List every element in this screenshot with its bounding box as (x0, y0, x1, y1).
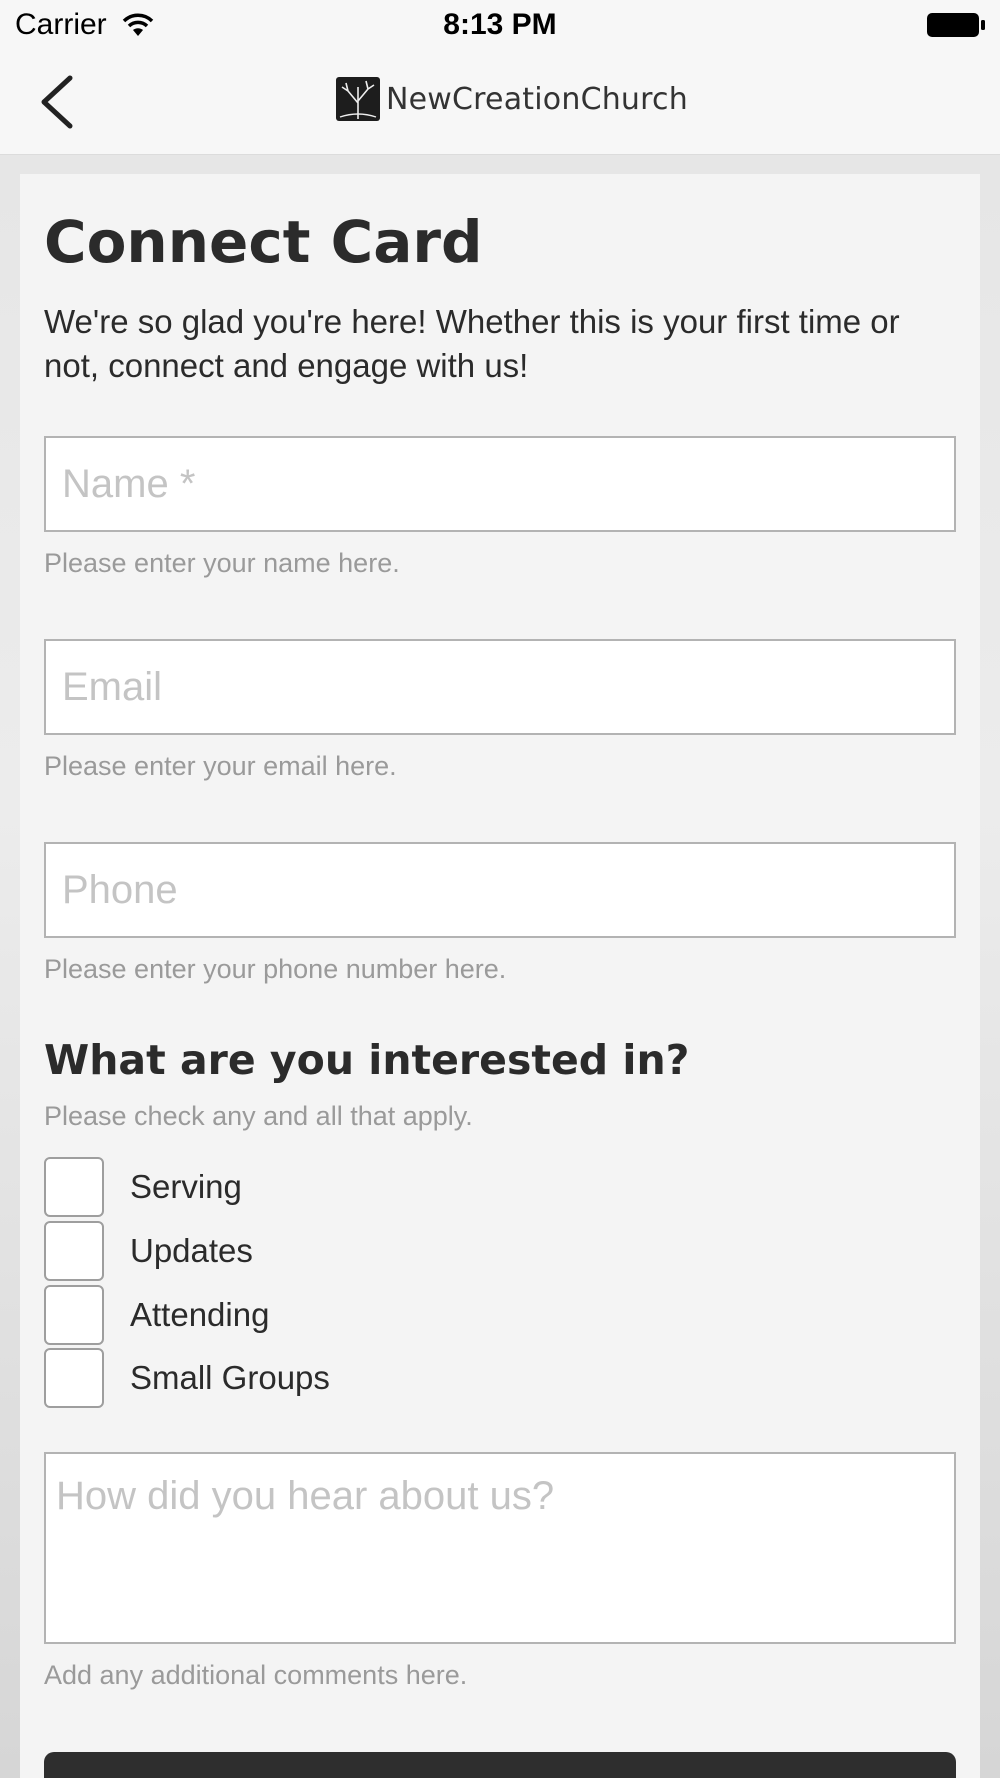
battery-icon (927, 13, 985, 37)
checkbox-label: Serving (130, 1168, 242, 1205)
small-groups-checkbox[interactable] (44, 1348, 104, 1408)
updates-checkbox[interactable] (44, 1221, 104, 1281)
checkbox-label: Updates (130, 1232, 253, 1269)
checkbox-label: Small Groups (130, 1359, 330, 1396)
clock: 8:13 PM (443, 8, 557, 41)
phone-help: Please enter your phone number here. (44, 954, 507, 984)
name-field[interactable] (44, 436, 956, 532)
phone-field[interactable] (44, 842, 956, 938)
intro-text: We're so glad you're here! Whether this … (44, 303, 900, 384)
attending-checkbox[interactable] (44, 1285, 104, 1345)
interest-option-small-groups[interactable]: Small Groups (44, 1347, 330, 1409)
interests-title: What are you interested in? (44, 1036, 690, 1084)
comments-field[interactable] (44, 1452, 956, 1644)
name-help: Please enter your name here. (44, 548, 400, 578)
interest-option-attending[interactable]: Attending (44, 1284, 269, 1346)
serving-checkbox[interactable] (44, 1157, 104, 1217)
church-logo: NewCreationChurch (336, 74, 688, 124)
comments-help: Add any additional comments here. (44, 1660, 468, 1690)
submit-button[interactable] (44, 1752, 956, 1778)
navigation-bar: NewCreationChurch (0, 50, 1000, 155)
interest-option-updates[interactable]: Updates (44, 1220, 253, 1282)
email-field[interactable] (44, 639, 956, 735)
checkbox-label: Attending (130, 1296, 270, 1333)
church-name: NewCreationChurch (386, 81, 688, 117)
back-button[interactable] (36, 74, 84, 130)
status-bar: Carrier 8:13 PM (0, 0, 1000, 50)
interest-option-serving[interactable]: Serving (44, 1156, 242, 1218)
email-help: Please enter your email here. (44, 751, 397, 781)
interests-help: Please check any and all that apply. (44, 1101, 473, 1131)
church-logo-icon (336, 77, 380, 121)
page-title: Connect Card (44, 208, 483, 276)
